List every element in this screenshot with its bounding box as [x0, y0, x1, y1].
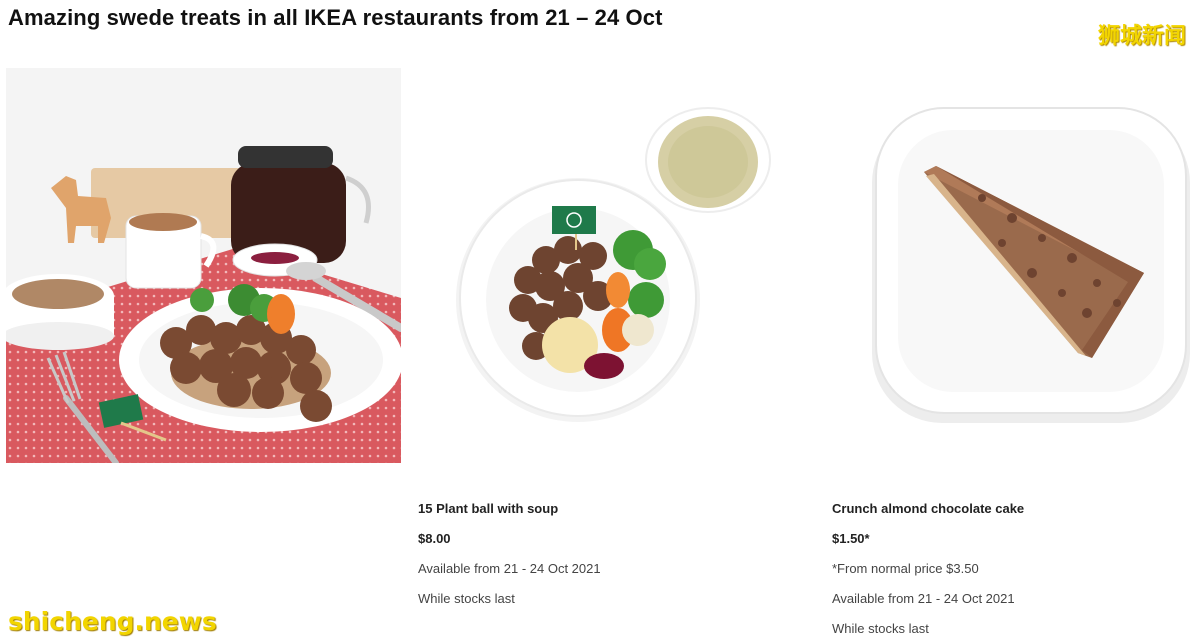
product-card: Crunch almond chocolate cake $1.50* *Fro… — [832, 500, 1192, 642]
product-name: Crunch almond chocolate cake — [832, 501, 1025, 516]
watermark-top: 狮城新闻 — [1097, 24, 1186, 49]
availability-text: Available from 21 - 24 Oct 2021 — [418, 561, 601, 576]
product-price: $1.50* — [832, 531, 870, 546]
availability-text: Available from 21 - 24 Oct 2021 — [832, 591, 1015, 606]
product-price: $8.00 — [418, 531, 451, 546]
meatball-plate-photo — [6, 68, 401, 463]
product-name: 15 Plant ball with soup — [418, 501, 559, 516]
chocolate-cake-photo — [832, 68, 1197, 463]
plant-ball-soup-photo — [418, 68, 798, 463]
stock-note: While stocks last — [832, 621, 929, 636]
stock-note: While stocks last — [418, 591, 515, 606]
page-title: Amazing swede treats in all IKEA restaur… — [8, 5, 663, 30]
product-card: 15 Plant ball with soup $8.00 Available … — [418, 500, 778, 620]
normal-price-note: *From normal price $3.50 — [832, 561, 979, 576]
watermark-bottom: shicheng.news — [8, 607, 217, 636]
